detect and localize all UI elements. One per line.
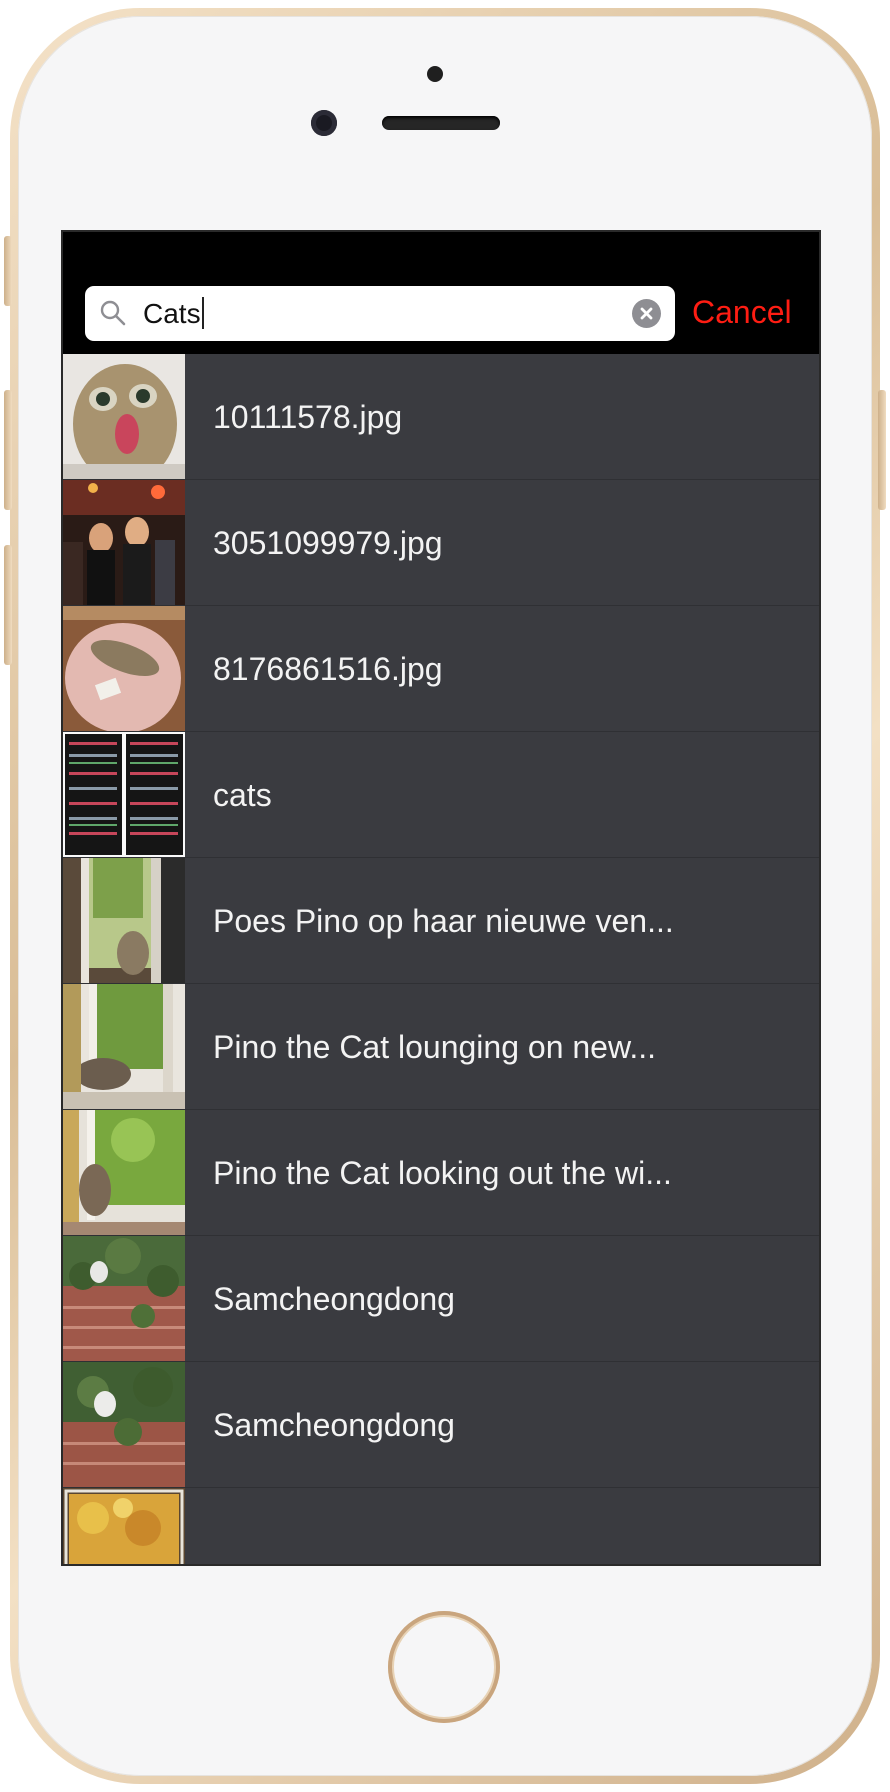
power-button	[878, 390, 886, 510]
party-people-photo	[63, 480, 185, 605]
list-item-label: 3051099979.jpg	[213, 525, 443, 561]
search-bar-area: Cats Cancel	[63, 272, 819, 354]
list-item[interactable]: Samcheongdong	[63, 1236, 819, 1362]
list-item-label: 8176861516.jpg	[213, 651, 443, 687]
list-item-label: Samcheongdong	[213, 1407, 455, 1443]
list-item[interactable]: 3051099979.jpg	[63, 480, 819, 606]
list-item[interactable]: Poes Pino op haar nieuwe ven...	[63, 858, 819, 984]
autumn-leaves-photo	[63, 1488, 185, 1564]
search-icon	[100, 300, 126, 326]
list-item-label: Pino the Cat looking out the wi...	[213, 1155, 672, 1191]
status-bar	[63, 232, 819, 272]
cat-window-photo	[63, 858, 185, 983]
list-item[interactable]: Pino the Cat lounging on new...	[63, 984, 819, 1110]
search-query-text: Cats	[143, 298, 201, 329]
home-button[interactable]	[388, 1611, 500, 1723]
list-item[interactable]	[63, 1488, 819, 1564]
search-results-list[interactable]: 10111578.jpg 3051099979.jpg 8176861516.j…	[63, 354, 819, 1564]
list-item-label: Samcheongdong	[213, 1281, 455, 1317]
list-item[interactable]: 8176861516.jpg	[63, 606, 819, 732]
proximity-sensor	[427, 66, 443, 82]
cat-tongue-photo	[63, 354, 185, 479]
list-item[interactable]: cats	[63, 732, 819, 858]
folder-collage-photo	[63, 732, 185, 857]
mute-switch	[4, 236, 12, 306]
earpiece-speaker	[382, 116, 500, 130]
list-item-label: Poes Pino op haar nieuwe ven...	[213, 903, 674, 939]
cat-on-table-photo	[63, 606, 185, 731]
clear-icon	[640, 307, 653, 320]
search-field[interactable]: Cats	[85, 286, 675, 341]
volume-down-button	[4, 545, 12, 665]
front-camera	[311, 110, 337, 136]
list-item[interactable]: 10111578.jpg	[63, 354, 819, 480]
cat-ivy-wall-photo	[63, 1236, 185, 1361]
volume-up-button	[4, 390, 12, 510]
cat-window-green-photo	[63, 1110, 185, 1235]
cat-window-sill-photo	[63, 984, 185, 1109]
list-item-label: Pino the Cat lounging on new...	[213, 1029, 656, 1065]
cat-ivy-wall-photo-2	[63, 1362, 185, 1487]
list-item[interactable]: Pino the Cat looking out the wi...	[63, 1110, 819, 1236]
list-item-label: 10111578.jpg	[213, 399, 403, 435]
cancel-button[interactable]: Cancel	[692, 290, 792, 334]
clear-search-button[interactable]	[632, 299, 661, 328]
list-item-label: cats	[213, 777, 272, 813]
search-input[interactable]: Cats	[143, 296, 204, 332]
text-caret	[201, 297, 204, 329]
list-item[interactable]: Samcheongdong	[63, 1362, 819, 1488]
phone-screen: Cats Cancel 10111578.jpg 3051099979.jpg …	[61, 230, 821, 1566]
